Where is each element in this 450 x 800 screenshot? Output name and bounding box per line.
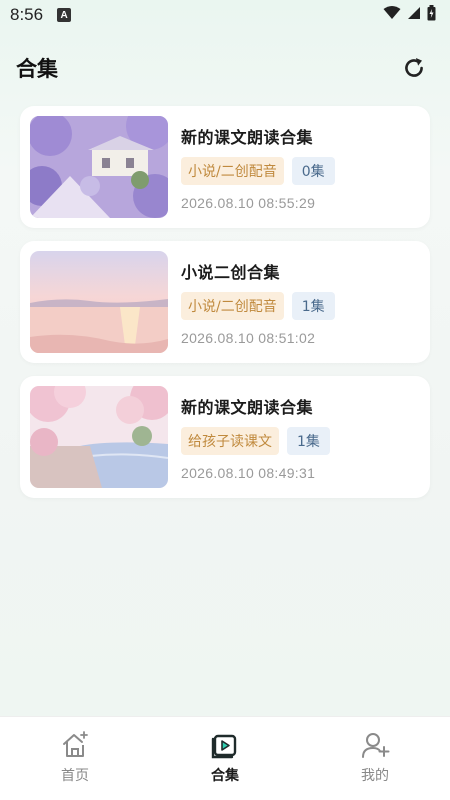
nav-label-mine: 我的 bbox=[361, 768, 389, 784]
collection-thumbnail bbox=[30, 116, 168, 218]
collection-play-icon bbox=[209, 729, 241, 761]
episode-count-badge: 1集 bbox=[291, 291, 335, 320]
status-bar: 8:56 A bbox=[0, 0, 450, 30]
collection-date: 2026.08.10 08:49:31 bbox=[181, 464, 316, 481]
home-icon bbox=[59, 729, 91, 761]
page-title: 合集 bbox=[16, 57, 58, 81]
collection-date: 2026.08.10 08:55:29 bbox=[181, 194, 316, 211]
collection-title: 小说二创合集 bbox=[181, 262, 281, 282]
collection-list: 新的课文朗读合集 小说/二创配音 0集 2026.08.10 08:55:29 bbox=[0, 106, 450, 498]
nav-label-home: 首页 bbox=[61, 768, 89, 784]
user-add-icon bbox=[359, 729, 391, 761]
refresh-button[interactable] bbox=[400, 54, 428, 82]
category-tag: 小说/二创配音 bbox=[181, 156, 284, 185]
episode-count-badge: 0集 bbox=[291, 156, 335, 185]
refresh-icon bbox=[405, 58, 423, 77]
page-header: 合集 bbox=[0, 30, 450, 106]
notification-badge-icon: A bbox=[57, 8, 72, 22]
collection-thumbnail bbox=[30, 251, 168, 353]
nav-item-home[interactable]: 首页 bbox=[25, 729, 125, 785]
nav-item-collection[interactable]: 合集 bbox=[175, 729, 275, 785]
collection-card[interactable]: 新的课文朗读合集 小说/二创配音 0集 2026.08.10 08:55:29 bbox=[20, 106, 430, 228]
collection-card[interactable]: 新的课文朗读合集 给孩子读课文 1集 2026.08.10 08:49:31 bbox=[20, 376, 430, 498]
collection-title: 新的课文朗读合集 bbox=[181, 127, 314, 147]
collection-title: 新的课文朗读合集 bbox=[181, 397, 314, 417]
signal-icon bbox=[407, 5, 421, 25]
status-time: 8:56 bbox=[10, 5, 44, 24]
episode-count-badge: 1集 bbox=[287, 426, 330, 455]
collection-date: 2026.08.10 08:51:02 bbox=[181, 329, 316, 346]
nav-label-collection: 合集 bbox=[211, 768, 239, 784]
category-tag: 小说/二创配音 bbox=[181, 291, 284, 320]
wifi-icon bbox=[383, 5, 401, 25]
collection-card[interactable]: 小说二创合集 小说/二创配音 1集 2026.08.10 08:51:02 bbox=[20, 241, 430, 363]
bottom-nav: 首页 合集 我的 bbox=[0, 716, 450, 800]
collection-thumbnail bbox=[30, 386, 168, 488]
nav-item-mine[interactable]: 我的 bbox=[325, 729, 425, 785]
category-tag: 给孩子读课文 bbox=[181, 426, 279, 455]
battery-icon bbox=[427, 4, 436, 26]
